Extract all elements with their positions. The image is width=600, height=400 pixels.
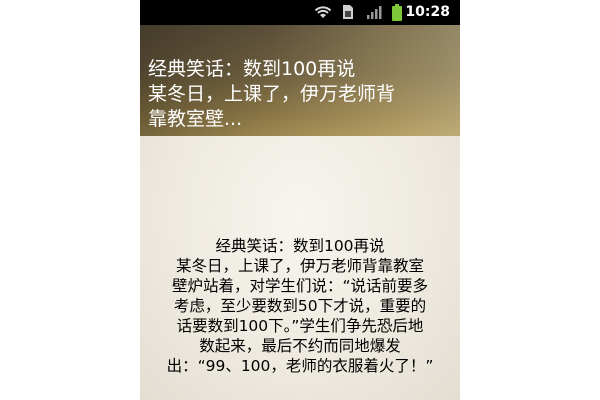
article-title: 经典笑话：数到100再说 — [215, 237, 385, 255]
signal-icon — [367, 6, 382, 19]
phone-screen: 10:28 经典笑话：数到100再说 某冬日，上课了，伊万老师背 靠教室壁...… — [140, 0, 460, 400]
header-preview-line: 某冬日，上课了，伊万老师背 — [148, 83, 396, 105]
article-header[interactable]: 经典笑话：数到100再说 某冬日，上课了，伊万老师背 靠教室壁... — [140, 25, 460, 136]
status-bar: 10:28 — [140, 0, 460, 25]
header-title: 经典笑话：数到100再说 — [148, 58, 356, 80]
article-line: 壁炉站着，对学生们说：“说话前要多 — [171, 277, 429, 295]
header-preview-line: 靠教室壁... — [148, 108, 243, 130]
battery-icon — [392, 4, 402, 21]
status-time: 10:28 — [405, 4, 450, 20]
article-line: 某冬日，上课了，伊万老师背靠教室 — [175, 257, 424, 275]
article-line: 话要数到100下。”学生们争先恐后地 — [176, 317, 424, 335]
article-body: 经典笑话：数到100再说 某冬日，上课了，伊万老师背靠教室 壁炉站着，对学生们说… — [148, 236, 452, 376]
article-content: 经典笑话：数到100再说 某冬日，上课了，伊万老师背靠教室 壁炉站着，对学生们说… — [140, 136, 460, 400]
header-preview: 某冬日，上课了，伊万老师背 靠教室壁... — [148, 82, 453, 132]
article-line: 出：“99、100，老师的衣服着火了！” — [166, 357, 434, 375]
sim-icon — [343, 5, 353, 19]
article-line: 考虑，至少要数到50下才说，重要的 — [173, 297, 427, 315]
screenshot-canvas: 10:28 经典笑话：数到100再说 某冬日，上课了，伊万老师背 靠教室壁...… — [0, 0, 600, 400]
article-line: 数起来，最后不约而同地爆发 — [199, 337, 401, 355]
wifi-icon — [314, 6, 332, 18]
